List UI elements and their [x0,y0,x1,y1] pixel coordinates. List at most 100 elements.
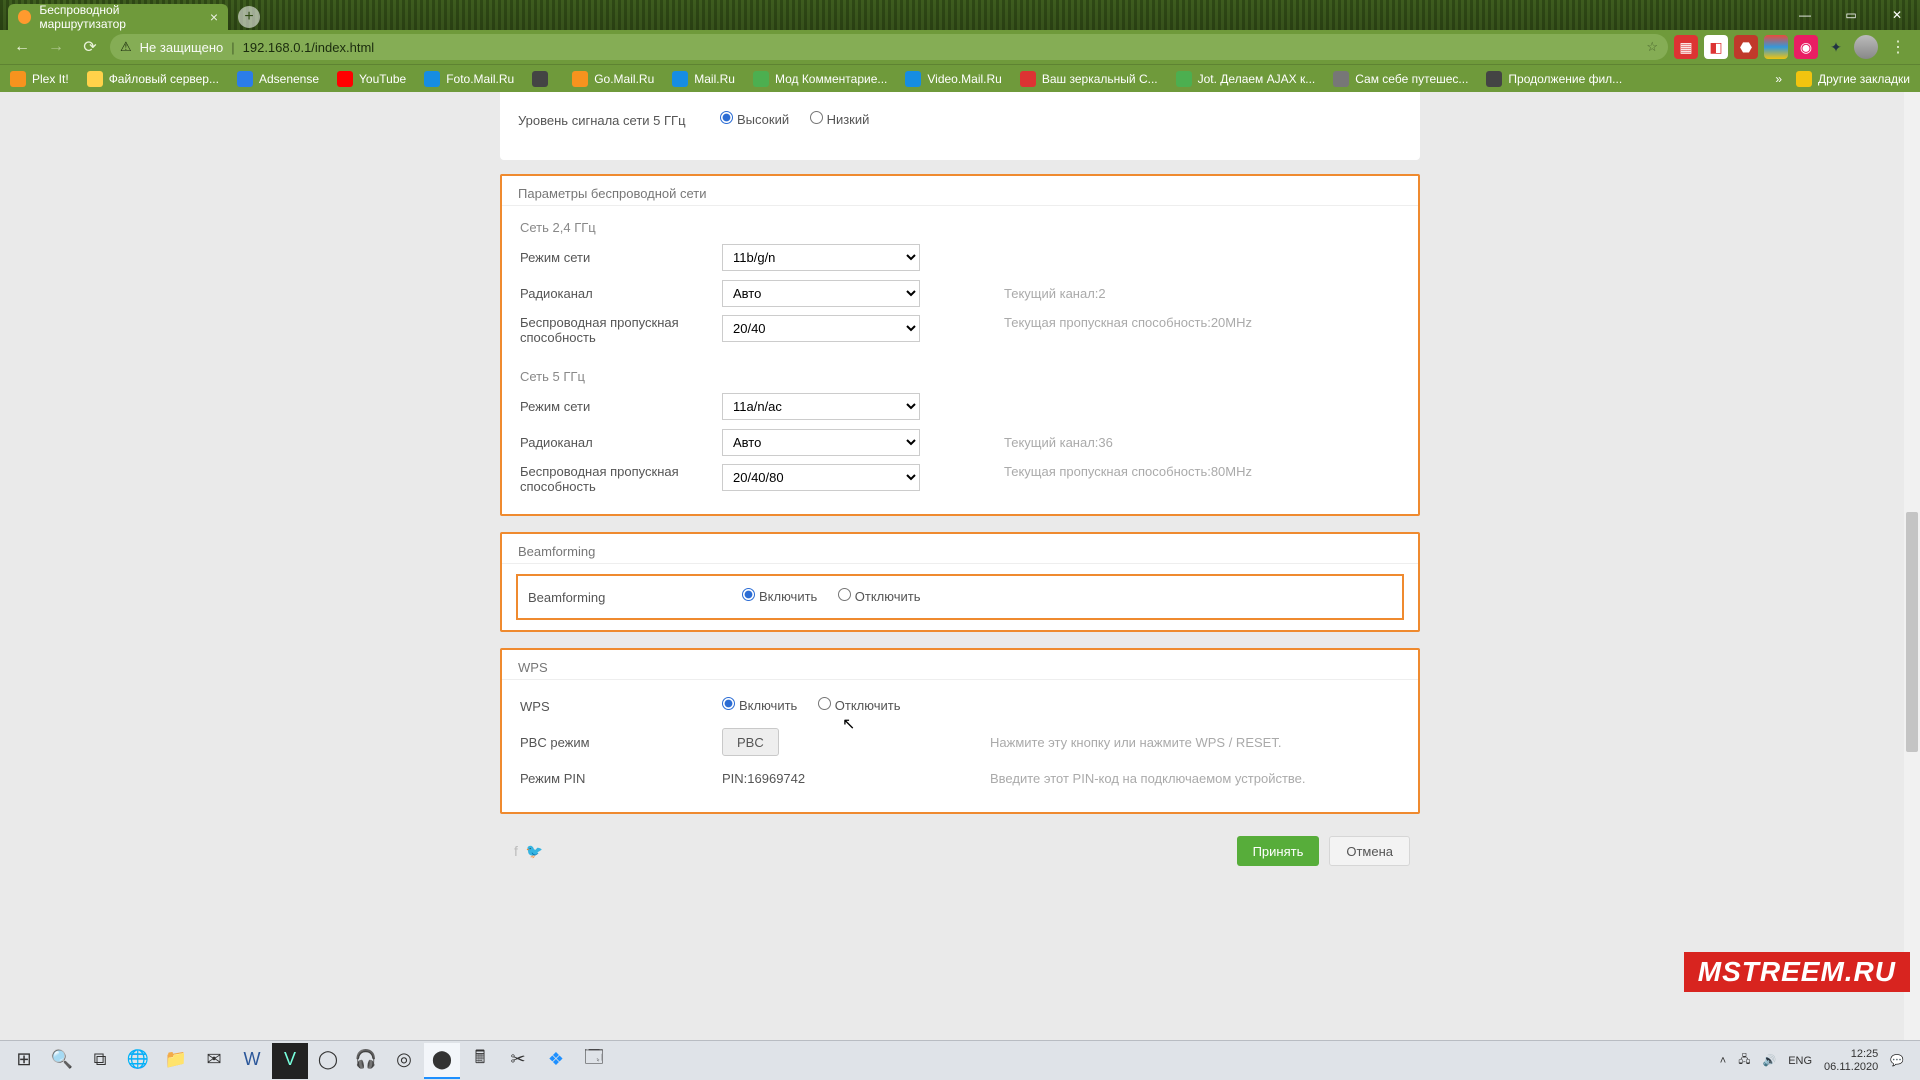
taskbar-app-edge[interactable]: 🌐 [120,1043,156,1079]
extension-icon[interactable] [1764,35,1788,59]
bookmark-item[interactable]: Foto.Mail.Ru [424,71,514,87]
pbc-hint: Нажмите эту кнопку или нажмите WPS / RES… [982,735,1418,750]
extension-icon[interactable]: ◉ [1794,35,1818,59]
bw-24-current: Текущая пропускная способность:20MHz [982,315,1418,330]
taskbar-app-explorer[interactable]: 📁 [158,1043,194,1079]
beamforming-on-option[interactable]: Включить [742,589,817,604]
tray-notifications-icon[interactable]: 💬 [1890,1054,1904,1067]
window-maximize-button[interactable]: ▭ [1828,0,1874,30]
beamforming-title: Beamforming [502,534,1418,564]
bookmark-star-icon[interactable]: ☆ [1646,39,1658,55]
browser-tab[interactable]: Беспроводной маршрутизатор × [8,4,228,30]
profile-avatar[interactable] [1854,35,1878,59]
bw-5-select[interactable]: 20/40/80 [722,464,920,491]
facebook-icon[interactable]: f [514,843,518,860]
bookmark-item[interactable]: Mail.Ru [672,71,735,87]
task-view-button[interactable]: ⧉ [82,1043,118,1079]
reload-button[interactable]: ⟳ [76,33,104,61]
taskbar-app[interactable]: 🎧 [348,1043,384,1079]
address-bar: ← → ⟳ ⚠ Не защищено | 192.168.0.1/index.… [0,30,1920,64]
search-button[interactable]: 🔍 [44,1043,80,1079]
beamforming-off-option[interactable]: Отключить [838,589,921,604]
taskbar-app[interactable]: ◎ [386,1043,422,1079]
apply-button[interactable]: Принять [1237,836,1320,866]
wps-label: WPS [502,699,722,714]
extension-icon[interactable]: ▦ [1674,35,1698,59]
wps-off-option[interactable]: Отключить [818,698,901,713]
bookmark-favicon [753,71,769,87]
mode-24-select[interactable]: 11b/g/n [722,244,920,271]
bookmark-favicon [424,71,440,87]
window-close-button[interactable]: ✕ [1874,0,1920,30]
extensions-menu-icon[interactable]: ✦ [1824,35,1848,59]
taskbar-app-chrome[interactable]: ⬤ [424,1043,460,1079]
new-tab-button[interactable]: + [238,6,260,28]
back-button[interactable]: ← [8,33,36,61]
browser-menu-button[interactable]: ⋮ [1884,33,1912,61]
mode-24-label: Режим сети [502,250,722,265]
bookmark-item[interactable]: Adsenense [237,71,319,87]
taskbar-app[interactable]: 🗔 [576,1043,612,1079]
taskbar-app[interactable]: ❖ [538,1043,574,1079]
taskbar-app-obs[interactable]: ◯ [310,1043,346,1079]
bookmark-item[interactable]: Продолжение фил... [1486,71,1622,87]
extension-icon[interactable]: ⬣ [1734,35,1758,59]
taskbar-app-calc[interactable]: 🖩 [462,1043,498,1079]
window-minimize-button[interactable]: — [1782,0,1828,30]
bookmark-item[interactable] [532,71,554,87]
url-text: 192.168.0.1/index.html [243,40,375,55]
signal-low-option[interactable]: Низкий [810,112,870,127]
bookmark-favicon [1020,71,1036,87]
cancel-button[interactable]: Отмена [1329,836,1410,866]
bookmark-label: Сам себе путешес... [1355,72,1468,86]
bookmarks-overflow[interactable]: » [1775,72,1782,86]
bookmark-item[interactable]: YouTube [337,71,406,87]
bookmark-favicon [672,71,688,87]
bookmark-item[interactable]: Ваш зеркальный C... [1020,71,1158,87]
taskbar-app[interactable]: V [272,1043,308,1079]
bookmark-item[interactable]: Файловый сервер... [87,71,219,87]
extension-icon[interactable]: ◧ [1704,35,1728,59]
bookmark-label: YouTube [359,72,406,86]
bookmark-item[interactable]: Сам себе путешес... [1333,71,1468,87]
channel-24-current: Текущий канал:2 [982,286,1418,301]
bookmark-item[interactable]: Мод Комментарие... [753,71,887,87]
tray-volume-icon[interactable]: 🔊 [1763,1054,1777,1067]
taskbar-app[interactable]: ✂ [500,1043,536,1079]
bookmark-item[interactable]: Go.Mail.Ru [572,71,654,87]
scrollbar-thumb[interactable] [1906,512,1918,752]
mode-5-select[interactable]: 11a/n/ac [722,393,920,420]
bookmark-label: Мод Комментарие... [775,72,887,86]
page-viewport: Уровень сигнала сети 5 ГГц Высокий Низки… [0,92,1920,1040]
scrollbar-track[interactable] [1904,92,1920,1040]
pbc-mode-label: PBC режим [502,735,722,750]
bookmark-label: Mail.Ru [694,72,735,86]
tray-language[interactable]: ENG [1788,1055,1812,1067]
signal-high-option[interactable]: Высокий [720,112,789,127]
tray-chevron-icon[interactable]: ˄ [1720,1055,1726,1067]
tray-clock[interactable]: 12:25 06.11.2020 [1824,1048,1878,1074]
taskbar-app-mail[interactable]: ✉ [196,1043,232,1079]
bookmark-item[interactable]: Video.Mail.Ru [905,71,1001,87]
pbc-button[interactable]: PBC [722,728,779,756]
taskbar-app-word[interactable]: W [234,1043,270,1079]
bookmark-item[interactable]: Plex It! [10,71,69,87]
twitter-icon[interactable]: 🐦 [526,843,543,860]
bookmark-favicon [572,71,588,87]
bookmark-label: Foto.Mail.Ru [446,72,514,86]
tray-network-icon[interactable]: 🖧 [1738,1051,1750,1070]
bookmark-label: Ваш зеркальный C... [1042,72,1158,86]
url-input[interactable]: ⚠ Не защищено | 192.168.0.1/index.html ☆ [110,34,1668,60]
wps-on-option[interactable]: Включить [722,698,797,713]
beamforming-label: Beamforming [522,590,742,605]
bw-24-select[interactable]: 20/40 [722,315,920,342]
bw-5-label: Беспроводная пропускная способность [502,464,722,494]
other-bookmarks[interactable]: Другие закладки [1796,71,1910,87]
forward-button[interactable]: → [42,33,70,61]
bookmark-item[interactable]: Jot. Делаем AJAX к... [1176,71,1316,87]
start-button[interactable]: ⊞ [6,1043,42,1079]
tab-close-icon[interactable]: × [210,9,218,25]
channel-5-select[interactable]: Авто [722,429,920,456]
channel-24-select[interactable]: Авто [722,280,920,307]
bookmark-favicon [87,71,103,87]
